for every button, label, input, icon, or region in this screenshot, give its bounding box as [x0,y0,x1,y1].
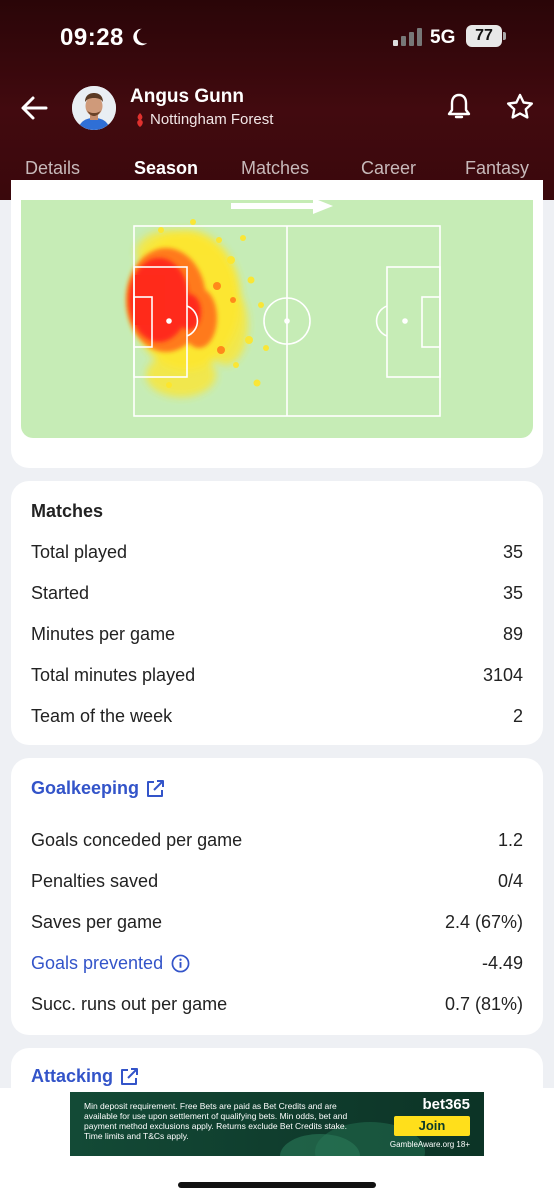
stat-label: Total played [31,542,128,562]
attacking-link[interactable]: Attacking [31,1066,139,1087]
home-indicator[interactable] [178,1182,376,1188]
ad-banner[interactable]: Min deposit requirement. Free Bets are p… [70,1092,484,1156]
matches-card: Matches Total played 35 Started 35 Minut… [11,481,543,745]
ad-join-button[interactable]: Join [394,1116,470,1136]
stat-row-started: Started 35 [31,583,523,609]
battery-indicator: 77 [466,25,502,47]
stat-label: Minutes per game [31,624,176,644]
bottom-ad-area: Min deposit requirement. Free Bets are p… [0,1088,554,1200]
tab-details[interactable]: Details [25,158,80,179]
heatmap-pitch [21,200,533,438]
tab-season[interactable]: Season [134,158,198,179]
stat-value: 35 [502,542,523,562]
attacking-title: Attacking [31,1066,114,1086]
goals-prevented-link[interactable]: Goals prevented [31,953,190,974]
stat-value: 0.7 (81%) [444,994,523,1014]
status-time: 09:28 [60,24,124,51]
stat-row-goals-prevented[interactable]: Goals prevented -4.49 [31,953,523,979]
player-name: Angus Gunn [130,86,244,107]
stat-row-saves-per-game: Saves per game 2.4 (67%) [31,912,523,938]
attack-direction-arrow-icon [231,200,333,214]
app-header: 09:28 5G 77 Angus Gunn Nottingham Forest… [0,0,554,200]
battery-tip [503,32,506,40]
stat-row-penalties-saved: Penalties saved 0/4 [31,871,523,897]
heatmap-card [11,180,543,468]
player-row: Angus Gunn Nottingham Forest [0,84,554,134]
stat-label: Succ. runs out per game [31,994,228,1014]
info-icon[interactable] [171,954,190,973]
stat-row-total-minutes: Total minutes played 3104 [31,665,523,691]
ad-disclaimer: Min deposit requirement. Free Bets are p… [84,1101,348,1141]
stat-value: 1.2 [497,830,523,850]
star-icon[interactable] [505,92,535,122]
stat-label: Penalties saved [31,871,159,891]
stat-label: Team of the week [31,706,173,726]
stat-value: 35 [502,583,523,603]
stat-value: 89 [502,624,523,644]
back-arrow-icon[interactable] [18,92,50,124]
stat-value: 3104 [482,665,523,685]
heatmap-blobs [126,219,269,397]
stat-row-minutes-per-game: Minutes per game 89 [31,624,523,650]
player-avatar [72,86,116,130]
stat-label: Started [31,583,90,603]
network-label: 5G [430,27,456,48]
stat-value: 0/4 [497,871,523,891]
stat-value: 2 [512,706,523,726]
tab-career[interactable]: Career [361,158,416,179]
status-bar: 09:28 5G 77 [0,22,554,56]
tab-fantasy[interactable]: Fantasy [465,158,529,179]
stat-value: -4.49 [481,953,523,973]
goalkeeping-title: Goalkeeping [31,778,140,798]
moon-icon [133,28,148,46]
stat-row-team-of-the-week: Team of the week 2 [31,706,523,732]
stat-label: Goals conceded per game [31,830,243,850]
tab-matches[interactable]: Matches [241,158,309,179]
stat-row-total-played: Total played 35 [31,542,523,568]
stat-label: Goals prevented [31,953,164,973]
stat-value: 2.4 (67%) [444,912,523,932]
stat-row-goals-conceded: Goals conceded per game 1.2 [31,830,523,856]
signal-icon [393,28,423,46]
ad-footer: GambleAware.org 18+ [389,1140,470,1149]
external-link-icon [147,779,165,797]
club-name[interactable]: Nottingham Forest [150,111,273,128]
stat-label: Saves per game [31,912,163,932]
stat-label: Total minutes played [31,665,196,685]
stat-row-runs-out: Succ. runs out per game 0.7 (81%) [31,994,523,1020]
goalkeeping-link[interactable]: Goalkeeping [31,778,165,799]
goalkeeping-card: Goalkeeping Goals conceded per game 1.2 … [11,758,543,1035]
ad-brand-logo: bet365 [422,1096,470,1113]
matches-title: Matches [31,501,104,521]
bell-icon[interactable] [446,92,472,122]
club-crest-icon [137,113,143,127]
external-link-icon [121,1067,139,1085]
